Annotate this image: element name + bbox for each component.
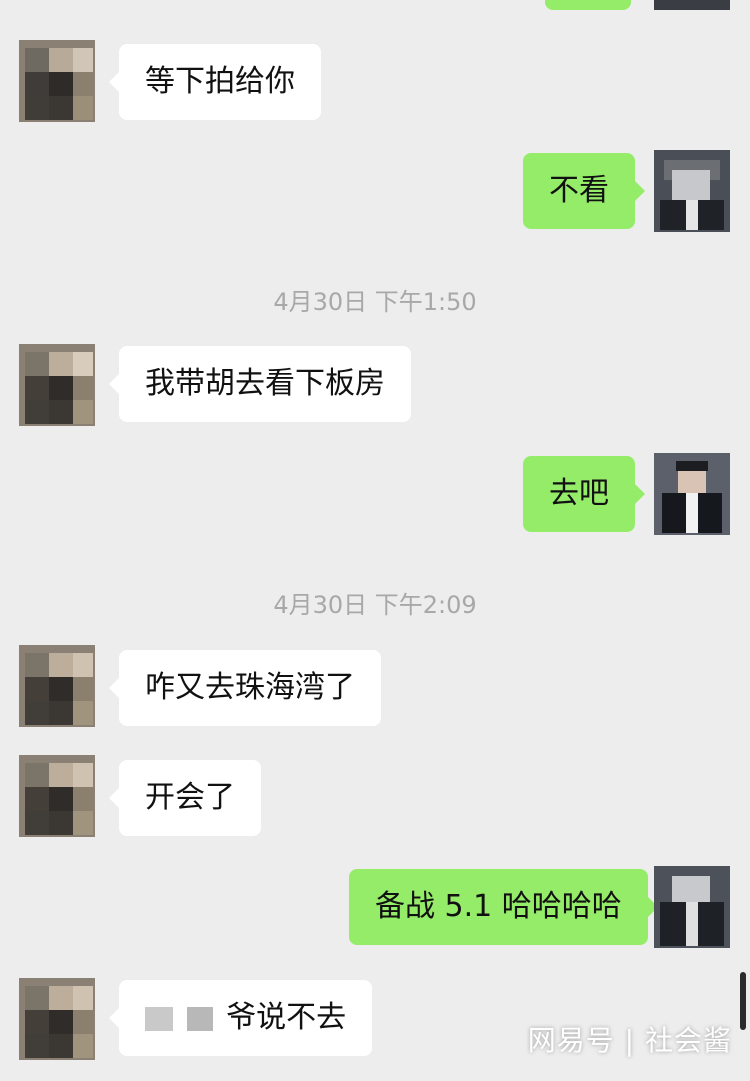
contact-avatar[interactable] (19, 978, 95, 1060)
contact-avatar[interactable] (19, 755, 95, 837)
chat-window[interactable]: 等下拍给你 不看 4月30日 下午1:50 我带胡去看下板房 去吧 4月30日 … (0, 0, 750, 1081)
user-avatar[interactable] (654, 0, 730, 10)
message-bubble-outgoing[interactable]: 去吧 (523, 456, 645, 532)
message-bubble-incoming[interactable]: 咋又去珠海湾了 (109, 650, 381, 726)
message-bubble-outgoing[interactable]: 不看 (523, 153, 645, 229)
pixelated-name-block-2 (186, 1006, 213, 1031)
message-bubble-incoming[interactable]: 等下拍给你 (109, 44, 321, 120)
contact-avatar[interactable] (19, 344, 95, 426)
contact-avatar[interactable] (19, 645, 95, 727)
user-avatar[interactable] (654, 453, 730, 535)
user-avatar[interactable] (654, 866, 730, 948)
message-bubble-outgoing[interactable]: 备战 5.1 哈哈哈哈 (349, 869, 658, 945)
message-bubble-incoming[interactable]: 开会了 (109, 760, 261, 836)
message-text: 爷说不去 (226, 1000, 347, 1035)
contact-avatar[interactable] (19, 40, 95, 122)
partial-outgoing-bubble[interactable] (545, 0, 631, 10)
message-bubble-incoming[interactable]: 我带胡去看下板房 (109, 346, 411, 422)
pixelated-name-block-1 (145, 1006, 173, 1031)
user-avatar[interactable] (654, 150, 730, 232)
watermark-text: 网易号 | 社会酱 (527, 1024, 732, 1057)
timestamp: 4月30日 下午1:50 (273, 288, 477, 316)
timestamp: 4月30日 下午2:09 (273, 591, 477, 619)
message-bubble-incoming[interactable]: 爷说不去 (108, 980, 373, 1056)
scrollbar-thumb[interactable] (740, 972, 746, 1030)
